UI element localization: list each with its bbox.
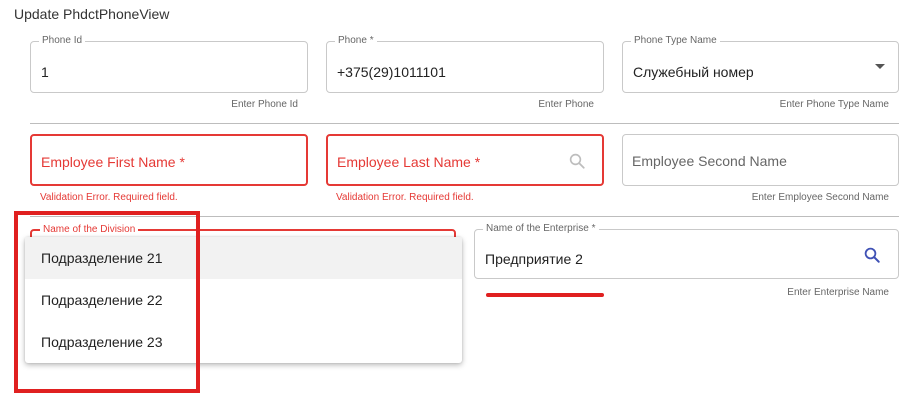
phone-label: Phone * [335, 35, 377, 47]
phone-type-select[interactable]: Phone Type Name Служебный номер [622, 35, 899, 93]
phone-hint: Enter Phone [538, 99, 594, 110]
phone-value: +375(29)1011101 [337, 64, 446, 80]
section-divider [30, 123, 899, 124]
enterprise-value: Предприятие 2 [485, 251, 583, 267]
phone-type-value: Служебный номер [633, 64, 754, 80]
employee-second-name-placeholder: Employee Second Name [632, 153, 787, 169]
phone-id-hint: Enter Phone Id [231, 99, 298, 110]
search-icon[interactable] [863, 246, 881, 264]
employee-second-name-field[interactable]: Employee Second Name [622, 134, 899, 186]
last-name-error: Validation Error. Required field. [336, 192, 474, 203]
highlight-box [14, 211, 200, 393]
chevron-down-icon[interactable] [875, 64, 885, 69]
phone-id-field[interactable]: Phone Id 1 [30, 35, 308, 93]
highlight-underline [486, 293, 604, 297]
employee-last-name-placeholder: Employee Last Name * [337, 154, 481, 170]
phone-id-value: 1 [41, 64, 49, 80]
second-name-hint: Enter Employee Second Name [751, 192, 889, 203]
employee-first-name-placeholder: Employee First Name * [41, 154, 185, 170]
search-icon[interactable] [568, 152, 586, 170]
form-title: Update PhdctPhoneView [14, 6, 170, 22]
phone-id-label: Phone Id [39, 35, 86, 47]
first-name-error: Validation Error. Required field. [40, 192, 178, 203]
phone-type-hint: Enter Phone Type Name [779, 99, 889, 110]
phone-field[interactable]: Phone * +375(29)1011101 [326, 35, 604, 93]
employee-first-name-field[interactable]: Employee First Name * [30, 134, 308, 186]
phone-type-label: Phone Type Name [631, 35, 720, 47]
employee-last-name-field[interactable]: Employee Last Name * [326, 134, 604, 186]
enterprise-label: Name of the Enterprise * [483, 223, 599, 235]
enterprise-field[interactable]: Name of the Enterprise * Предприятие 2 [474, 223, 899, 279]
